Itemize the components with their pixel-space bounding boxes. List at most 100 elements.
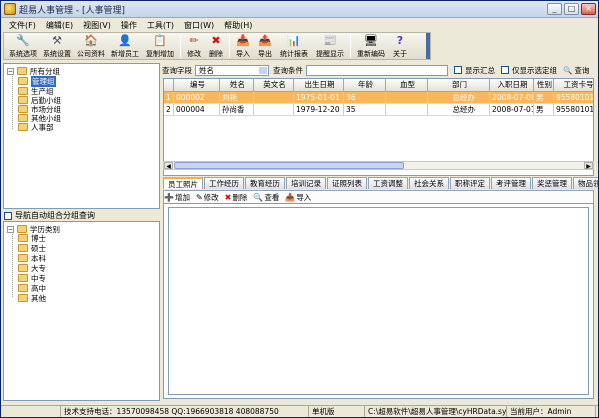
table-horizontal-scrollbar[interactable]: ◀ ▶ xyxy=(163,161,594,170)
minimize-button[interactable]: _ xyxy=(547,3,562,15)
tab-training[interactable]: 培训记录 xyxy=(286,177,326,189)
folder-icon xyxy=(18,294,28,302)
main-toolbar: 🔧 系统选项 ⚒ 系统设置 🏠 公司资料 👤 新增员工 📋 复制增加 ✏ 修改 ✖ 删除 📥 导… xyxy=(3,32,431,60)
tree-node-all-groups[interactable]: − 所有分组 xyxy=(7,66,60,76)
menu-tools[interactable]: 工具(T) xyxy=(147,20,174,31)
detail-add-button[interactable]: ➕ 增加 xyxy=(164,192,190,203)
col-header[interactable] xyxy=(164,79,174,92)
delete-icon: ✖ xyxy=(224,192,232,202)
folder-open-icon xyxy=(18,77,28,85)
tree-node-education[interactable]: 中专 xyxy=(18,273,46,283)
stats-report-button[interactable]: 📊 统计报表 xyxy=(276,33,312,59)
collapse-icon[interactable]: − xyxy=(7,225,14,233)
folder-icon xyxy=(18,254,28,262)
tab-work-history[interactable]: 工作经历 xyxy=(204,177,244,189)
toolbar-chevron[interactable] xyxy=(426,33,430,59)
scroll-left-icon[interactable]: ◀ xyxy=(164,162,173,170)
folder-icon xyxy=(18,87,28,95)
recode-button[interactable]: 🖥 重新编码 xyxy=(353,33,389,59)
delete-button[interactable]: ✖ 删除 xyxy=(205,33,227,59)
query-field-label: 查询字段 xyxy=(162,65,192,75)
col-header[interactable]: 编号 xyxy=(174,79,220,92)
col-header[interactable]: 性别 xyxy=(534,79,554,92)
table-row[interactable]: 2 000004 孙尚香 1979-12-20 35 总经办 2008-07-0… xyxy=(164,104,593,116)
tree-node-education[interactable]: 高中 xyxy=(18,283,46,293)
scroll-right-icon[interactable]: ▶ xyxy=(584,162,593,170)
tree-node-education[interactable]: 博士 xyxy=(18,233,46,243)
close-button[interactable]: × xyxy=(581,3,596,15)
tab-certificates[interactable]: 证照列表 xyxy=(327,177,367,189)
import-icon: 📥 xyxy=(236,34,250,47)
import-button[interactable]: 📥 导入 xyxy=(232,33,254,59)
query-condition-label: 查询条件 xyxy=(273,65,303,75)
folder-icon xyxy=(18,96,28,104)
tree-node-education[interactable]: 大专 xyxy=(18,263,46,273)
col-header[interactable]: 年龄 xyxy=(344,79,386,92)
detail-edit-button[interactable]: ✎ 修改 xyxy=(196,192,219,203)
tree-node-group[interactable]: 人事部 xyxy=(18,122,54,132)
education-tree: − 学历类别 博士 硕士 本科 大专 中专 高中 其他 xyxy=(3,221,160,401)
tab-evaluation[interactable]: 考评管理 xyxy=(491,177,531,189)
col-header[interactable]: 出生日期 xyxy=(294,79,344,92)
detail-view-button[interactable]: 🔍 查看 xyxy=(253,192,279,203)
copy-add-button[interactable]: 📋 复制增加 xyxy=(142,33,178,59)
export-button[interactable]: 📤 导出 xyxy=(254,33,276,59)
only-selected-group-checkbox[interactable]: 仅显示选定组 xyxy=(501,65,557,76)
col-header[interactable]: 姓名 xyxy=(220,79,254,92)
checkbox-box[interactable] xyxy=(4,211,12,220)
tree-node-education[interactable]: 硕士 xyxy=(18,243,46,253)
reminder-display-button[interactable]: 📰 提醒显示 xyxy=(312,33,348,59)
col-header[interactable]: 血型 xyxy=(386,79,428,92)
folder-icon xyxy=(18,264,28,272)
tab-title-review[interactable]: 职称评定 xyxy=(450,177,490,189)
tree-node-group[interactable]: 管理组 xyxy=(18,75,56,87)
tab-photo[interactable]: 员工照片 xyxy=(163,177,203,189)
tree-node-education[interactable]: 本科 xyxy=(18,253,46,263)
collapse-icon[interactable]: − xyxy=(7,67,14,75)
tab-items[interactable]: 物品领用 xyxy=(573,177,598,189)
menu-operate[interactable]: 操作 xyxy=(121,20,137,31)
tab-salary-adjust[interactable]: 工资调整 xyxy=(368,177,408,189)
menu-window[interactable]: 窗口(W) xyxy=(184,20,214,31)
query-field-select[interactable]: 姓名 xyxy=(195,64,269,76)
tree-node-education[interactable]: 其他 xyxy=(18,293,46,303)
status-support: 技术支持电话：13570098458 QQ:1966903818 4080887… xyxy=(61,406,309,417)
col-header[interactable]: 部门 xyxy=(428,79,490,92)
add-employee-button[interactable]: 👤 新增员工 xyxy=(108,33,142,59)
title-bar: 超易人事管理 - [人事管理] _ □ × xyxy=(1,1,598,18)
menu-help[interactable]: 帮助(H) xyxy=(224,20,252,31)
maximize-button[interactable]: □ xyxy=(564,3,579,15)
toolbar-separator xyxy=(180,34,181,58)
detail-tabs: 员工照片 工作经历 教育经历 培训记录 证照列表 工资调整 社会关系 职称评定 … xyxy=(163,177,598,190)
about-button[interactable]: ? 关于 xyxy=(389,33,411,59)
table-row[interactable]: 1 000002 刘艳 1975-01-01 36 总经办 2008-07-08… xyxy=(164,92,593,104)
col-header[interactable]: 英文名 xyxy=(254,79,294,92)
menu-edit[interactable]: 编辑(E) xyxy=(46,20,73,31)
col-header[interactable]: 工资卡号 xyxy=(554,79,594,92)
company-icon: 🏠 xyxy=(84,34,98,47)
edit-button[interactable]: ✏ 修改 xyxy=(183,33,205,59)
nav-auto-combine-checkbox[interactable]: 导航自动组合分组查询 xyxy=(4,210,95,221)
tab-rewards[interactable]: 奖惩管理 xyxy=(532,177,572,189)
detail-delete-button[interactable]: ✖ 删除 xyxy=(225,192,248,203)
scrollbar-thumb[interactable] xyxy=(174,162,404,169)
menu-view[interactable]: 视图(V) xyxy=(83,20,111,31)
group-tree: − 所有分组 管理组 生产组 后勤小组 市场分组 其他小组 人事部 xyxy=(3,63,160,209)
status-mode: 单机版 xyxy=(309,406,365,417)
wrench-icon: 🔧 xyxy=(16,34,30,47)
tab-education[interactable]: 教育经历 xyxy=(245,177,285,189)
system-options-button[interactable]: 🔧 系统选项 xyxy=(6,33,40,59)
search-icon: 🔍 xyxy=(563,65,573,75)
folder-icon xyxy=(18,114,28,122)
system-settings-button[interactable]: ⚒ 系统设置 xyxy=(40,33,74,59)
tab-social-relations[interactable]: 社会关系 xyxy=(409,177,449,189)
query-button[interactable]: 🔍 查询 xyxy=(563,65,589,76)
company-info-button[interactable]: 🏠 公司资料 xyxy=(74,33,108,59)
table-header: 编号 姓名 英文名 出生日期 年龄 血型 部门 入职日期 性别 工资卡号 xyxy=(164,79,594,92)
detail-import-button[interactable]: 📥 导入 xyxy=(285,192,311,203)
toolbar-separator xyxy=(229,34,230,58)
show-summary-checkbox[interactable]: 显示汇总 xyxy=(454,65,495,76)
query-condition-input[interactable] xyxy=(306,64,448,76)
col-header[interactable]: 入职日期 xyxy=(490,79,534,92)
menu-file[interactable]: 文件(F) xyxy=(9,20,36,31)
